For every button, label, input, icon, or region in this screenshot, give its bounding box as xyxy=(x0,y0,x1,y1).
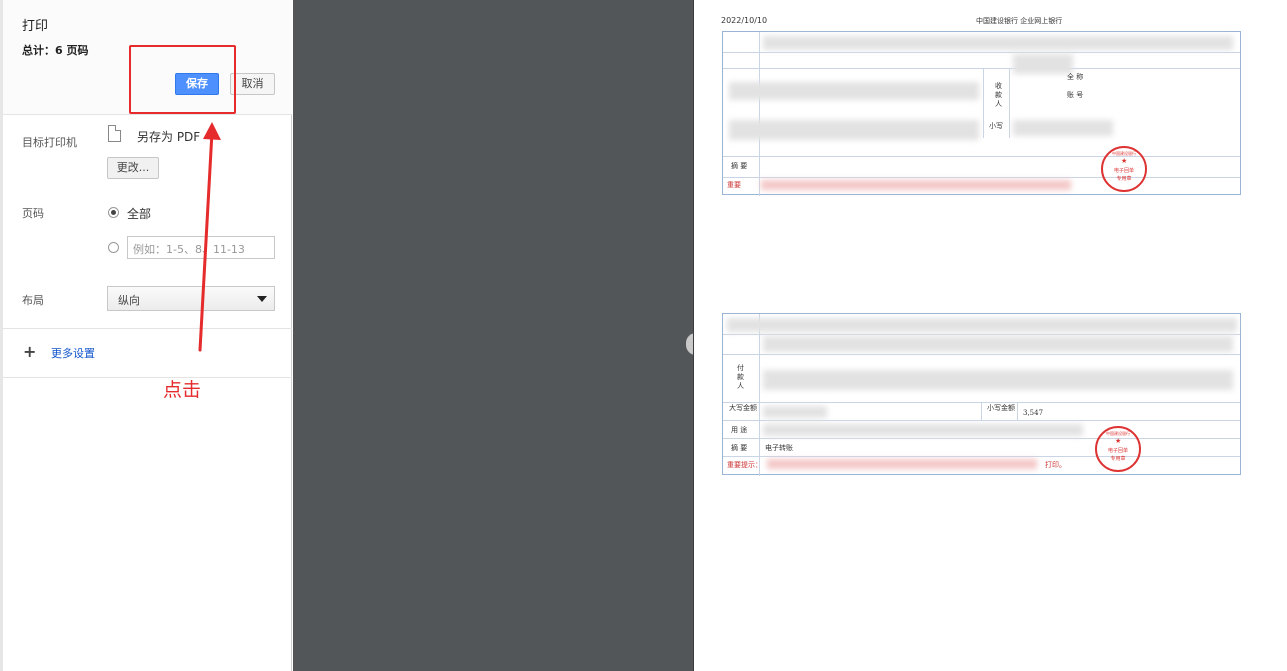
bank-stamp: 中国建设银行 ★ 电子回单 专用章 xyxy=(1101,146,1147,192)
stamp-line-2: 专用章 xyxy=(1110,456,1126,462)
pages-all-label: 全部 xyxy=(127,207,152,221)
amount-lower-label: 小写金额 xyxy=(987,404,1015,412)
pages-custom-radio[interactable] xyxy=(108,242,119,253)
change-destination-button[interactable]: 更改... xyxy=(107,157,159,179)
pages-all-radio[interactable] xyxy=(108,207,119,218)
cancel-button[interactable]: 取消 xyxy=(230,73,275,95)
payer-label: 付款人 xyxy=(737,364,744,390)
divider xyxy=(3,328,292,329)
purpose-label: 用 途 xyxy=(731,426,748,434)
stamp-star-icon: ★ xyxy=(1121,157,1128,165)
page-total: 总计：6 页码 xyxy=(22,44,89,57)
pages-label: 页码 xyxy=(22,207,44,220)
receipt-1: 收款人 全 称 账 号 小写 摘 要 重要 中国建设银行 ★ 电子回单 专用章 xyxy=(722,31,1241,196)
more-settings-link[interactable]: 更多设置 xyxy=(51,345,95,361)
notice-label: 重要 xyxy=(727,181,741,189)
summary-label: 摘 要 xyxy=(731,444,748,452)
bank-title: 中国建设银行 企业网上银行 xyxy=(976,17,1063,25)
annotation-arrow-icon xyxy=(198,122,221,352)
notice-tail: 打印。 xyxy=(1045,461,1066,469)
summary-label: 摘 要 xyxy=(731,162,748,170)
stamp-star-icon: ★ xyxy=(1115,437,1122,445)
save-highlight-box xyxy=(129,45,236,114)
dropdown-arrow-icon xyxy=(257,296,267,302)
summary-value: 电子转账 xyxy=(765,444,793,452)
preview-page: 2022/10/10 中国建设银行 企业网上银行 收款人 全 称 账 号 小写 … xyxy=(693,0,1287,671)
notice-label: 重要提示： xyxy=(727,461,762,469)
layout-label: 布局 xyxy=(22,294,44,307)
amount-upper-label: 大写金额 xyxy=(729,404,757,412)
stamp-line-2: 专用章 xyxy=(1116,176,1132,182)
divider xyxy=(3,377,292,378)
amount-value: 3,547 xyxy=(1023,409,1044,417)
plus-icon[interactable]: + xyxy=(23,344,36,360)
bank-stamp: 中国建设银行 ★ 电子回单 专用章 xyxy=(1095,426,1141,472)
pdf-file-icon xyxy=(108,125,121,142)
name-label: 全 称 xyxy=(1067,73,1084,81)
destination-label: 目标打印机 xyxy=(22,136,77,149)
small-amount-label: 小写 xyxy=(989,122,1003,130)
stamp-line-1: 电子回单 xyxy=(1113,168,1134,174)
stamp-line-1: 电子回单 xyxy=(1107,448,1128,454)
receipt-2: 付款人 大写金额 小写金额 3,547 用 途 摘 要 电子转账 重要提示： 打… xyxy=(722,313,1241,476)
click-annotation-label: 点击 xyxy=(163,379,202,401)
layout-selected-value: 纵向 xyxy=(118,294,140,307)
account-label: 账 号 xyxy=(1067,91,1084,99)
payee-label: 收款人 xyxy=(995,82,1002,108)
preview-background xyxy=(293,0,693,671)
receipt-date: 2022/10/10 xyxy=(721,16,768,25)
panel-title: 打印 xyxy=(22,19,49,34)
